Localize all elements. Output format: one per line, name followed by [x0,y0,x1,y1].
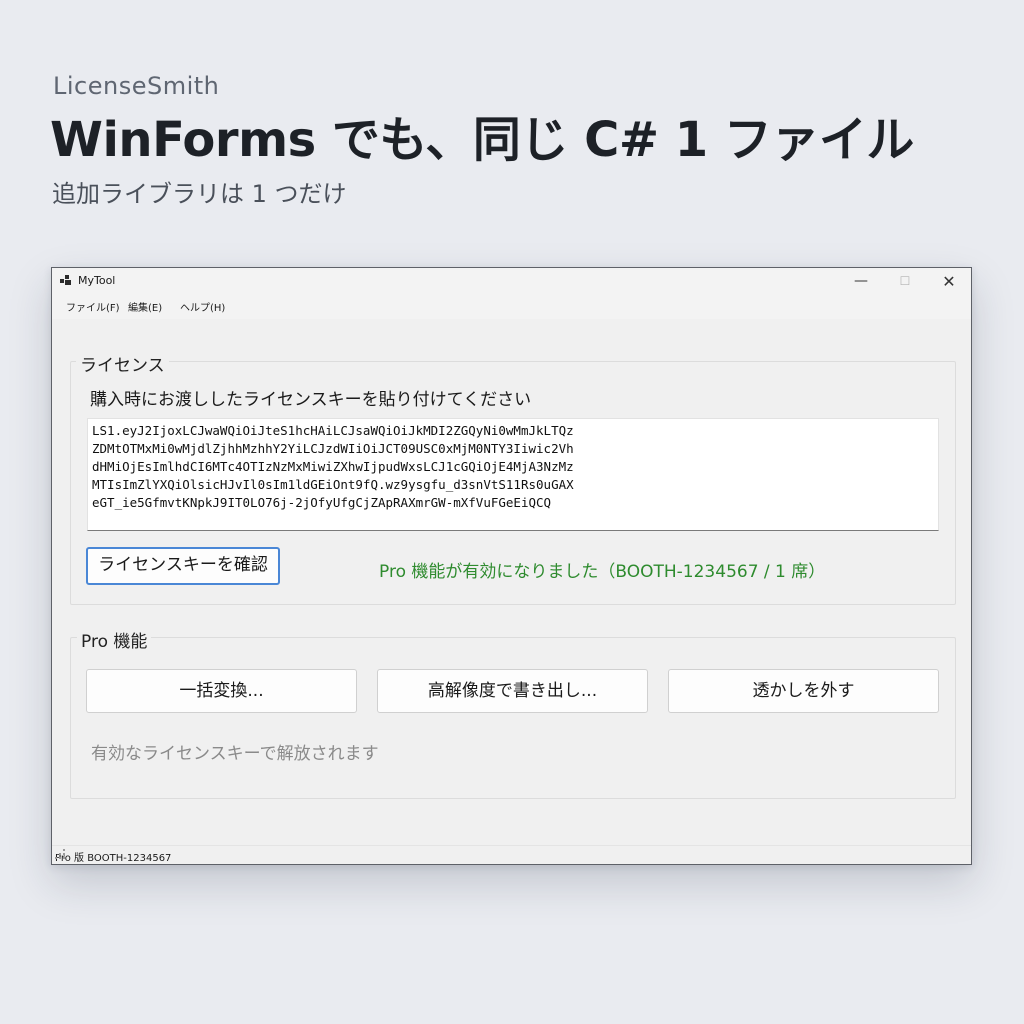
license-key-line: eGT_ie5GfmvtKNpkJ9IT0LO76j-2jOfyUfgCjZAp… [92,495,552,510]
maximize-icon[interactable]: ☐ [883,268,927,295]
pro-group-title: Pro 機能 [77,627,152,652]
pro-features-groupbox [70,637,956,799]
menu-bar: ファイル(F) 編集(E) ヘルプ(H) [52,295,971,319]
headline: WinForms でも、同じ C# 1 ファイル [50,112,914,168]
minimize-icon[interactable]: — [839,268,883,295]
close-icon[interactable]: ✕ [927,268,971,295]
subheadline: 追加ライブラリは 1 つだけ [52,180,347,208]
title-bar[interactable]: MyTool — ☐ ✕ [52,268,971,295]
license-key-line: ZDMtOTMxMi0wMjdlZjhhMzhhY2YiLCJzdWIiOiJC… [92,441,574,456]
pro-hint-text: 有効なライセンスキーで解放されます [91,744,379,764]
status-bar: Pro 版 BOOTH-1234567 [52,845,971,864]
remove-watermark-button[interactable]: 透かしを外す [668,669,939,713]
resize-grip-icon[interactable] [55,849,65,859]
export-hires-button[interactable]: 高解像度で書き出し... [377,669,648,713]
client-area: ライセンス 購入時にお渡ししたライセンスキーを貼り付けてください LS1.eyJ… [52,319,971,864]
app-icon [60,275,72,285]
license-status-text: Pro 機能が有効になりました（BOOTH-1234567 / 1 席） [379,562,826,582]
brand-name: LicenseSmith [53,72,220,100]
menu-help[interactable]: ヘルプ(H) [180,299,225,314]
menu-file[interactable]: ファイル(F) [66,299,120,314]
app-window: MyTool — ☐ ✕ ファイル(F) 編集(E) ヘルプ(H) ライセンス … [51,267,972,865]
menu-edit[interactable]: 編集(E) [128,299,162,314]
verify-license-button[interactable]: ライセンスキーを確認 [86,547,280,585]
license-key-line: dHMiOjEsImlhdCI6MTc4OTIzNzMxMiwiZXhwIjpu… [92,459,574,474]
license-key-line: MTIsImZlYXQiOlsicHJvIl0sIm1ldGEiOnt9fQ.w… [92,477,574,492]
license-prompt: 購入時にお渡ししたライセンスキーを貼り付けてください [90,390,532,410]
window-title: MyTool [78,274,116,287]
license-group-title: ライセンス [76,351,169,376]
license-key-line: LS1.eyJ2IjoxLCJwaWQiOiJteS1hcHAiLCJsaWQi… [92,423,574,438]
batch-convert-button[interactable]: 一括変換... [86,669,357,713]
license-key-textbox[interactable]: LS1.eyJ2IjoxLCJwaWQiOiJteS1hcHAiLCJsaWQi… [87,418,939,531]
status-bar-text: Pro 版 BOOTH-1234567 [55,853,172,864]
